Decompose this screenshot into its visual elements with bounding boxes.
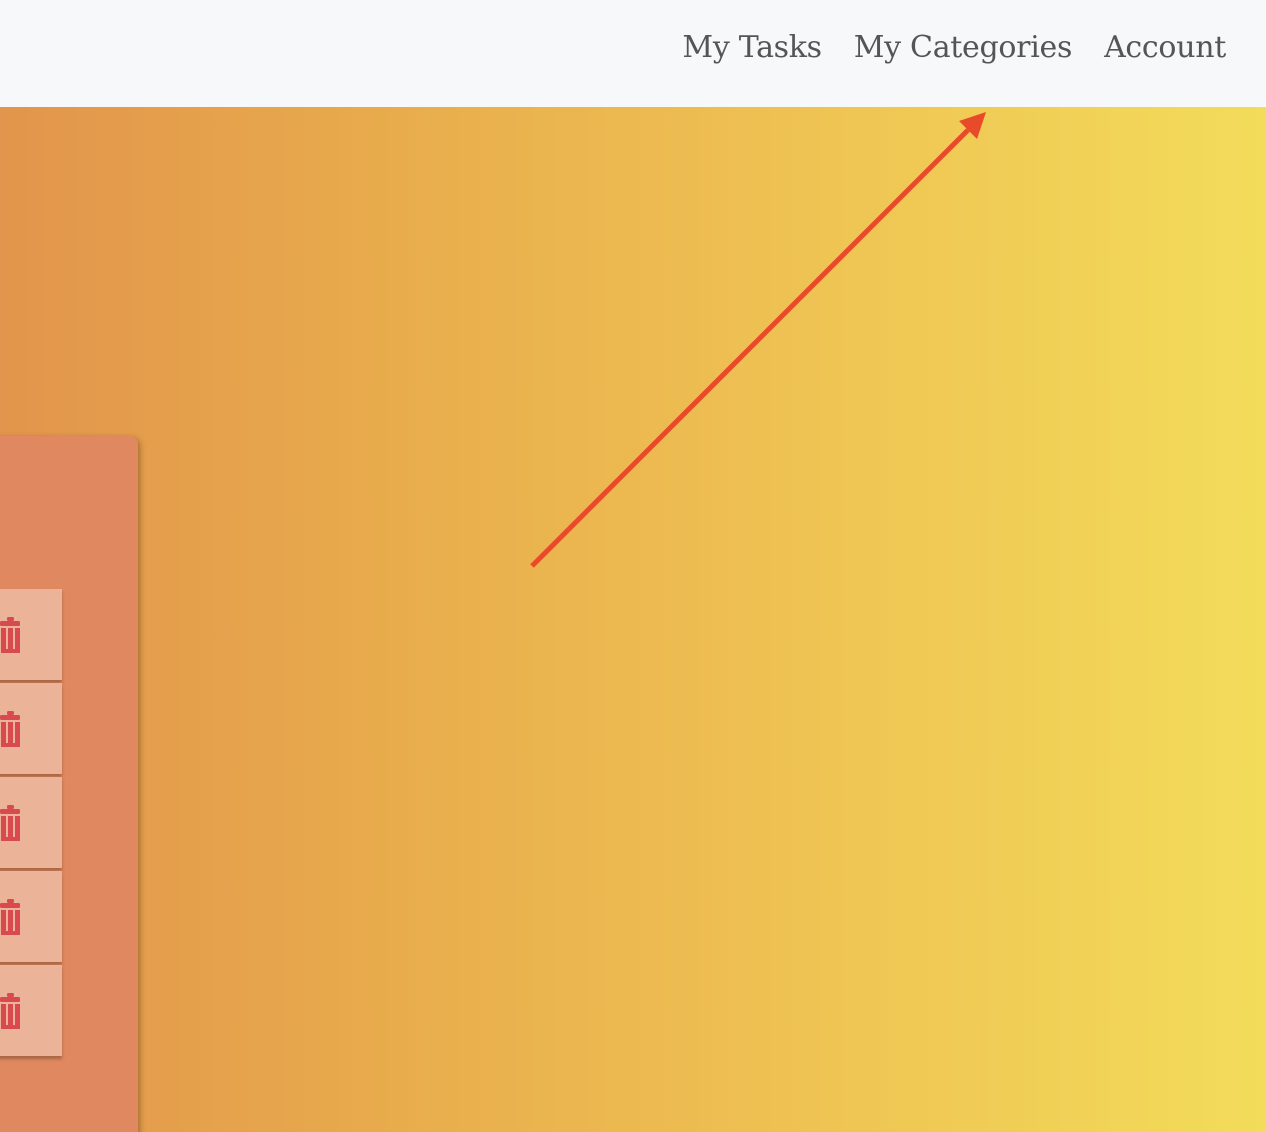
trash-icon[interactable] — [0, 993, 20, 1029]
list-item[interactable] — [0, 589, 62, 680]
list-item[interactable] — [0, 777, 62, 868]
nav-links: My Tasks My Categories Account — [682, 30, 1226, 65]
page: My Tasks My Categories Account — [0, 0, 1266, 1132]
category-list — [0, 589, 62, 1059]
annotation-arrow-icon — [530, 112, 986, 568]
trash-icon[interactable] — [0, 711, 20, 747]
top-navbar: My Tasks My Categories Account — [0, 0, 1266, 107]
trash-icon[interactable] — [0, 805, 20, 841]
list-item[interactable] — [0, 683, 62, 774]
nav-link-my-tasks[interactable]: My Tasks — [682, 30, 822, 65]
nav-link-account[interactable]: Account — [1104, 30, 1226, 65]
trash-icon[interactable] — [0, 899, 20, 935]
nav-link-my-categories[interactable]: My Categories — [854, 30, 1073, 65]
trash-icon[interactable] — [0, 617, 20, 653]
list-item[interactable] — [0, 965, 62, 1056]
list-item[interactable] — [0, 871, 62, 962]
